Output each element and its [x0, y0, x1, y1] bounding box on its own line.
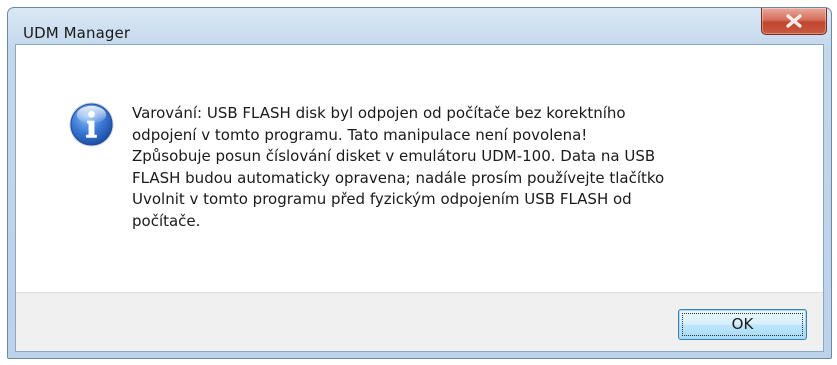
title-bar[interactable]: UDM Manager: [8, 8, 831, 44]
ok-button[interactable]: OK: [678, 309, 807, 340]
dialog-window: UDM Manager Varování: USB FLASH disk byl…: [7, 7, 832, 359]
dialog-client-area: Varování: USB FLASH disk byl odpojen od …: [15, 44, 824, 352]
close-button[interactable]: [761, 8, 827, 35]
button-footer: OK: [16, 292, 823, 351]
window-title: UDM Manager: [23, 24, 131, 42]
message-area: Varování: USB FLASH disk byl odpojen od …: [16, 45, 823, 292]
message-text: Varování: USB FLASH disk byl odpojen od …: [132, 104, 665, 230]
info-icon: [69, 102, 114, 147]
ok-button-label: OK: [731, 315, 754, 333]
close-icon: [786, 14, 802, 28]
